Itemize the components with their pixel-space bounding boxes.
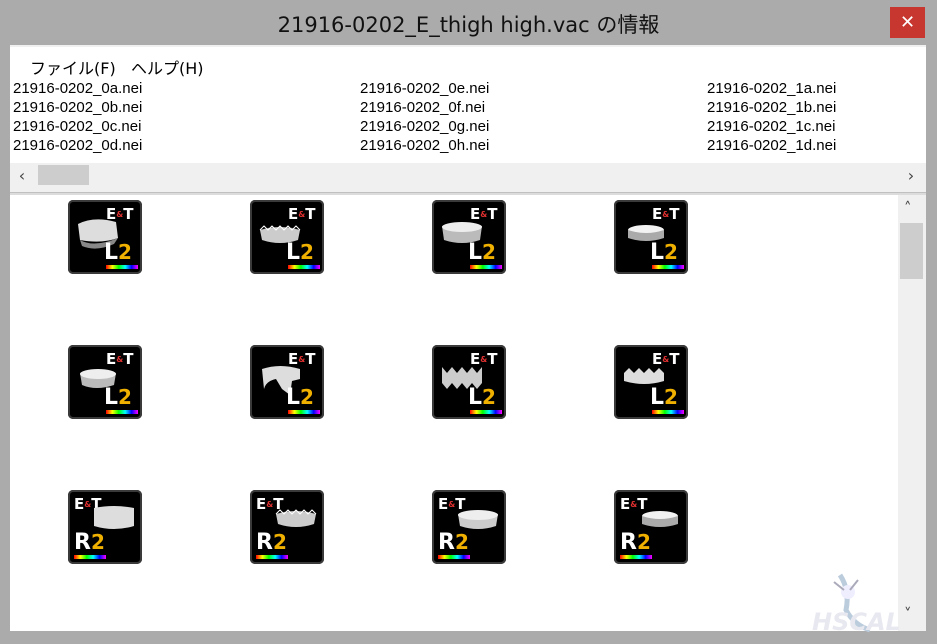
list-item[interactable]: 21916-0202_0b.nei — [13, 98, 142, 117]
hscal-watermark-logo: HSCAL — [810, 570, 930, 640]
texture-tile[interactable]: E&T R2 — [432, 490, 506, 564]
list-item[interactable]: 21916-0202_0f.nei — [360, 98, 485, 117]
horizontal-scrollbar[interactable]: ‹ › — [10, 163, 926, 187]
menu-bar: ファイル(F) ヘルプ(H) — [10, 47, 926, 79]
list-item[interactable]: 21916-0202_0g.nei — [360, 117, 489, 136]
list-item[interactable]: 21916-0202_0h.nei — [360, 136, 489, 155]
vertical-scrollbar[interactable]: ˄ ˅ — [898, 195, 926, 631]
texture-tile[interactable]: E&T L2 — [68, 200, 142, 274]
horizontal-scroll-thumb[interactable] — [38, 165, 89, 185]
menu-file[interactable]: ファイル(F) — [30, 55, 116, 79]
scroll-left-icon[interactable]: ‹ — [14, 166, 30, 185]
window-title: 21916-0202_E_thigh high.vac の情報 — [277, 13, 660, 37]
texture-tile[interactable]: E&T R2 — [68, 490, 142, 564]
texture-tile[interactable]: E&T R2 — [614, 490, 688, 564]
svg-text:HSCAL: HSCAL — [812, 608, 901, 636]
texture-tile[interactable]: E&T L2 — [68, 345, 142, 419]
scroll-right-icon[interactable]: › — [903, 166, 919, 185]
color-bar — [652, 410, 684, 414]
list-item[interactable]: 21916-0202_0c.nei — [13, 117, 141, 136]
texture-tile[interactable]: E&T R2 — [250, 490, 324, 564]
color-bar — [74, 555, 106, 559]
list-item[interactable]: 21916-0202_0d.nei — [13, 136, 142, 155]
color-bar — [288, 410, 320, 414]
list-item[interactable]: 21916-0202_1b.nei — [707, 98, 836, 117]
color-bar — [438, 555, 470, 559]
info-window: 21916-0202_E_thigh high.vac の情報 ✕ ファイル(F… — [0, 0, 937, 642]
color-bar — [288, 265, 320, 269]
color-bar — [470, 265, 502, 269]
color-bar — [620, 555, 652, 559]
color-bar — [256, 555, 288, 559]
file-list: 21916-0202_0a.nei 21916-0202_0b.nei 2191… — [10, 79, 926, 163]
list-item[interactable]: 21916-0202_0e.nei — [360, 79, 489, 98]
texture-tile[interactable]: E&T L2 — [432, 345, 506, 419]
title-bar[interactable]: 21916-0202_E_thigh high.vac の情報 ✕ — [0, 0, 937, 45]
list-item[interactable]: 21916-0202_0a.nei — [13, 79, 142, 98]
close-button[interactable]: ✕ — [890, 7, 925, 38]
list-item[interactable]: 21916-0202_1c.nei — [707, 117, 835, 136]
vertical-scroll-thumb[interactable] — [900, 223, 923, 279]
client-area: ファイル(F) ヘルプ(H) 21916-0202_0a.nei 21916-0… — [10, 45, 926, 631]
texture-tile[interactable]: E&T L2 — [250, 200, 324, 274]
color-bar — [106, 265, 138, 269]
scroll-up-icon[interactable]: ˄ — [904, 199, 912, 217]
texture-tile[interactable]: E&T L2 — [250, 345, 324, 419]
color-bar — [470, 410, 502, 414]
texture-icon-pane: E&T L2 E&T L2 E&T L2 E&T L2 E&T L2 E&T L… — [10, 195, 898, 631]
color-bar — [652, 265, 684, 269]
close-icon: ✕ — [899, 12, 916, 33]
texture-tile[interactable]: E&T L2 — [614, 345, 688, 419]
menu-help[interactable]: ヘルプ(H) — [131, 55, 204, 79]
texture-tile[interactable]: E&T L2 — [614, 200, 688, 274]
list-item[interactable]: 21916-0202_1d.nei — [707, 136, 836, 155]
list-item[interactable]: 21916-0202_1a.nei — [707, 79, 836, 98]
texture-tile[interactable]: E&T L2 — [432, 200, 506, 274]
mascot-icon: HSCAL — [812, 573, 901, 636]
color-bar — [106, 410, 138, 414]
